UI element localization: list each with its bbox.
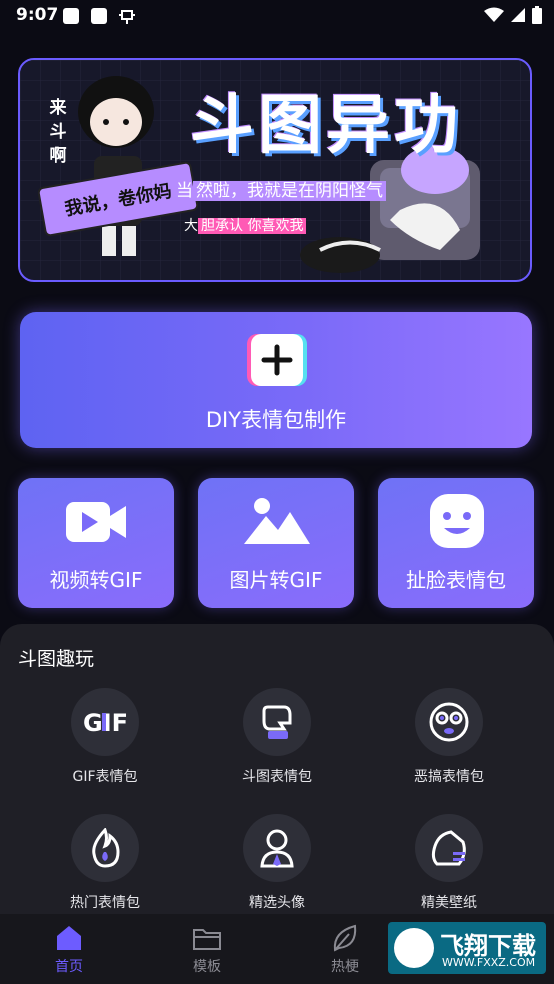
nav-templates[interactable]: 模板	[172, 924, 242, 976]
grid-label: GIF表情包	[72, 769, 138, 785]
fun-section: 斗图趣玩 GIF GIF表情包 斗图表情包 恶搞表情包 热门表情包 精选头像 精	[0, 624, 554, 914]
gif-sticker-item[interactable]: GIF GIF表情包	[20, 688, 190, 786]
image-mountain-icon	[242, 494, 310, 548]
leaf-icon	[329, 924, 361, 952]
nav-home[interactable]: 首页	[34, 924, 104, 976]
promo-banner[interactable]: 斗图异功 来斗啊 我说，卷你妈 当然啦，我就是在阴阳怪气 大胆承认 你喜欢我	[18, 58, 532, 282]
wallpaper-item[interactable]: 精美壁纸	[364, 814, 534, 912]
bug-icon	[118, 7, 136, 29]
battery-icon	[532, 6, 542, 28]
grid-label: 恶搞表情包	[414, 769, 484, 785]
home-icon	[53, 924, 85, 952]
spoof-sticker-item[interactable]: 恶搞表情包	[364, 688, 534, 786]
avatar-item[interactable]: 精选头像	[192, 814, 362, 912]
site-watermark: 飞翔下载 WWW.FXXZ.COM	[388, 922, 546, 974]
banner-line2-highlight: 胆承认 你喜欢我	[198, 218, 307, 234]
face-sticker-button[interactable]: 扯脸表情包	[378, 478, 534, 608]
nav-label: 模板	[193, 959, 221, 975]
status-time: 9:07	[16, 5, 59, 25]
grid-label: 斗图表情包	[242, 769, 312, 785]
person-icon	[243, 814, 311, 882]
smiley-face-icon	[422, 494, 490, 548]
watermark-url: WWW.FXXZ.COM	[442, 956, 536, 969]
diy-sticker-button[interactable]: DIY表情包制作	[20, 312, 532, 448]
image-to-gif-button[interactable]: 图片转GIF	[198, 478, 354, 608]
battle-sticker-item[interactable]: 斗图表情包	[192, 688, 362, 786]
status-bar: 9:07	[0, 0, 554, 30]
watermark-logo-icon	[394, 928, 434, 968]
hot-sticker-item[interactable]: 热门表情包	[20, 814, 190, 912]
grid-label: 精选头像	[249, 895, 305, 911]
tile-label: 视频转GIF	[49, 568, 143, 592]
notification-icon	[90, 7, 108, 29]
diy-label: DIY表情包制作	[205, 408, 347, 432]
flame-icon	[71, 814, 139, 882]
tile-label: 图片转GIF	[229, 568, 323, 592]
nav-memes[interactable]: 热梗	[310, 924, 380, 976]
wifi-icon	[484, 7, 504, 27]
nav-label: 热梗	[331, 959, 359, 975]
grid-label: 精美壁纸	[421, 895, 477, 911]
wallpaper-icon	[415, 814, 483, 882]
nav-label: 首页	[55, 959, 83, 975]
video-to-gif-button[interactable]: 视频转GIF	[18, 478, 174, 608]
plus-icon	[251, 334, 303, 386]
fist-icon	[243, 688, 311, 756]
video-camera-icon	[62, 494, 130, 548]
notification-icon	[62, 7, 80, 29]
grid-label: 热门表情包	[70, 895, 140, 911]
banner-line1-prefix: 当	[176, 181, 193, 201]
banner-line1: 当然啦，我就是在阴阳怪气	[176, 176, 386, 201]
folder-icon	[191, 924, 223, 952]
banner-line2: 大胆承认 你喜欢我	[184, 215, 307, 235]
gif-icon: GIF	[71, 688, 139, 756]
section-title: 斗图趣玩	[18, 648, 95, 670]
banner-title: 斗图异功	[190, 89, 462, 163]
banner-line1-highlight: 然啦，我就是在阴阳怪气	[193, 181, 386, 201]
banner-line2-prefix: 大	[184, 218, 198, 234]
silly-face-icon	[415, 688, 483, 756]
tile-label: 扯脸表情包	[406, 568, 506, 592]
signal-icon	[510, 7, 526, 27]
banner-side-text: 来斗啊	[49, 98, 67, 166]
